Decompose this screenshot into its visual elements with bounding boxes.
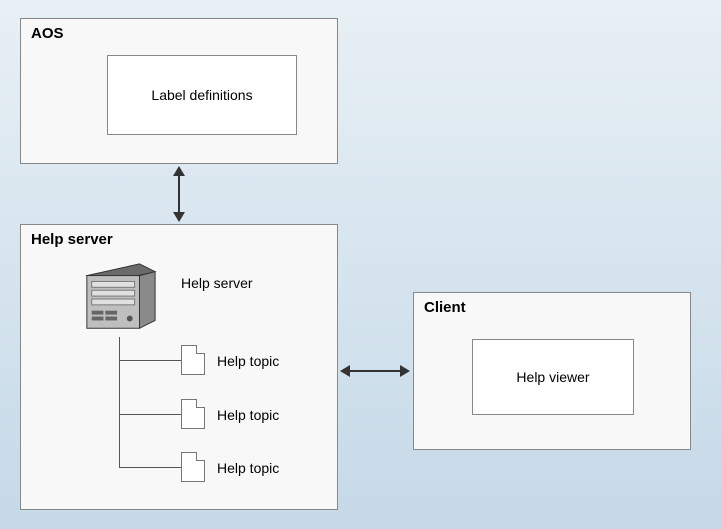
aos-panel: AOS Label definitions	[20, 18, 338, 164]
connector-trunk	[119, 337, 120, 467]
topic-label-3: Help topic	[217, 460, 279, 476]
aos-title: AOS	[31, 25, 64, 42]
arrow-help-client-left	[340, 365, 350, 377]
doc-icon-3	[181, 452, 205, 482]
help-server-title: Help server	[31, 231, 113, 248]
arrow-help-client-right	[400, 365, 410, 377]
doc-icon-2	[181, 399, 205, 429]
connector-br3	[119, 467, 181, 468]
label-definitions-box: Label definitions	[107, 55, 297, 135]
arrow-aos-help-down	[173, 212, 185, 222]
server-icon	[81, 261, 159, 337]
arrow-aos-help-up	[173, 166, 185, 176]
topic-label-2: Help topic	[217, 407, 279, 423]
doc-icon-1	[181, 345, 205, 375]
arrow-aos-help	[178, 174, 180, 214]
client-title: Client	[424, 299, 466, 316]
help-server-label: Help server	[181, 275, 253, 291]
client-panel: Client Help viewer	[413, 292, 691, 450]
help-viewer-box: Help viewer	[472, 339, 634, 415]
help-server-panel: Help server Help server Help topic H	[20, 224, 338, 510]
label-definitions-text: Label definitions	[151, 87, 252, 103]
connector-br2	[119, 414, 181, 415]
connector-br1	[119, 360, 181, 361]
topic-label-1: Help topic	[217, 353, 279, 369]
arrow-help-client	[348, 370, 402, 372]
help-viewer-text: Help viewer	[516, 369, 589, 385]
